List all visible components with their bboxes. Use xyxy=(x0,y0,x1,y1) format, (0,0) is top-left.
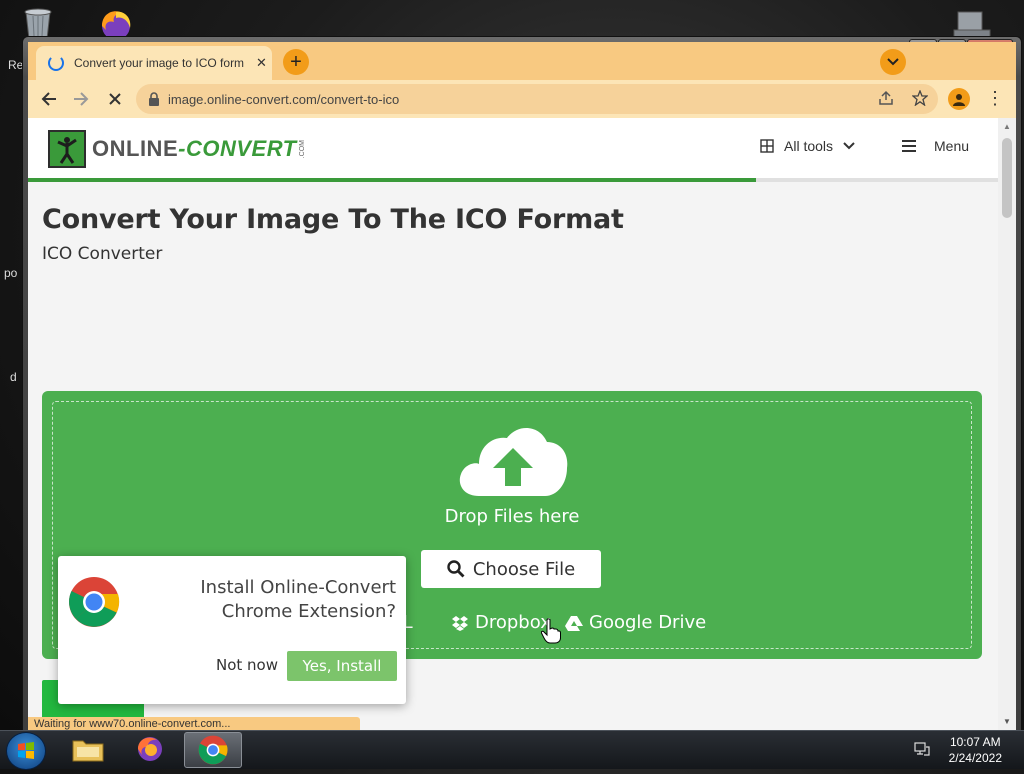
dropbox-icon xyxy=(452,615,468,631)
site-logo[interactable]: ONLINE-CONVERT .COM xyxy=(48,130,306,168)
tab-strip: Convert your image to ICO form ✕ + xyxy=(28,42,1016,80)
progress-fill xyxy=(28,178,756,182)
not-now-button[interactable]: Not now xyxy=(216,656,278,674)
stop-loading-button[interactable] xyxy=(104,88,126,110)
address-bar[interactable]: image.online-convert.com/convert-to-ico xyxy=(136,84,938,114)
chevron-down-icon xyxy=(887,58,899,66)
back-button[interactable] xyxy=(38,88,60,110)
clock-time: 10:07 AM xyxy=(949,735,1001,749)
person-icon xyxy=(953,94,965,106)
loading-spinner-icon xyxy=(48,55,64,71)
forward-button[interactable] xyxy=(70,88,92,110)
dropbox-link[interactable]: Dropbox xyxy=(451,612,551,633)
stop-x-icon xyxy=(109,93,121,105)
logo-text-dash: - xyxy=(178,136,186,161)
plus-icon: + xyxy=(290,50,302,73)
page-title: Convert Your Image To The ICO Format xyxy=(42,204,624,235)
logo-com: .COM xyxy=(298,139,306,159)
google-drive-icon xyxy=(565,615,583,631)
taskbar-firefox[interactable] xyxy=(122,732,178,766)
bookmark-star-icon[interactable] xyxy=(912,90,928,106)
tab-title: Convert your image to ICO form xyxy=(74,56,245,70)
logo-figure-icon xyxy=(48,130,86,168)
firefox-icon xyxy=(138,737,162,761)
network-tray-icon[interactable] xyxy=(914,741,930,757)
desktop-label: po xyxy=(4,266,18,280)
folder-icon xyxy=(72,740,104,762)
google-drive-link[interactable]: Google Drive xyxy=(565,612,706,633)
clock-date: 2/24/2022 xyxy=(948,751,1002,765)
new-tab-button[interactable]: + xyxy=(283,49,309,75)
menu-button[interactable]: Menu xyxy=(902,138,969,154)
choose-file-button[interactable]: Choose File xyxy=(421,550,601,588)
chrome-icon xyxy=(198,735,228,765)
taskbar: 10:07 AM 2/24/2022 xyxy=(0,730,1024,770)
recycle-bin-icon[interactable] xyxy=(20,6,56,40)
yes-install-button[interactable]: Yes, Install xyxy=(287,651,397,681)
page-subtitle: ICO Converter xyxy=(42,244,163,264)
firefox-desktop-icon[interactable] xyxy=(94,6,138,40)
google-drive-label: Google Drive xyxy=(589,612,707,633)
drop-files-text: Drop Files here xyxy=(444,506,580,527)
page-scrollbar[interactable]: ▲ ▼ xyxy=(998,118,1016,730)
windows-logo-icon xyxy=(18,742,34,759)
start-button[interactable] xyxy=(6,732,46,770)
logo-text-b: CONVERT xyxy=(185,136,297,161)
install-extension-popup: Install Online-Convert Chrome Extension?… xyxy=(58,556,406,704)
share-icon[interactable] xyxy=(878,90,894,106)
profile-avatar-button[interactable] xyxy=(948,88,970,110)
tab-search-button[interactable] xyxy=(880,49,906,75)
omnibox-actions xyxy=(878,90,928,106)
grid-icon xyxy=(760,139,774,153)
chevron-down-icon xyxy=(843,142,855,150)
tab-close-icon[interactable]: ✕ xyxy=(256,55,267,71)
system-clock[interactable]: 10:07 AM 2/24/2022 xyxy=(949,734,1002,766)
lock-icon[interactable] xyxy=(148,92,160,106)
page-progress-bar xyxy=(28,178,998,182)
dropbox-label: Dropbox xyxy=(475,612,551,633)
all-tools-label: All tools xyxy=(784,138,834,154)
taskbar-chrome[interactable] xyxy=(184,732,242,768)
chrome-menu-icon[interactable]: ⋮ xyxy=(986,88,1004,109)
all-tools-dropdown[interactable]: All tools xyxy=(760,138,855,154)
menu-label: Menu xyxy=(934,138,970,154)
hamburger-menu-icon xyxy=(902,140,916,152)
scroll-thumb[interactable] xyxy=(1002,138,1012,218)
scroll-up-icon[interactable]: ▲ xyxy=(1003,122,1011,131)
chrome-logo-icon xyxy=(69,577,120,627)
taskbar-file-explorer[interactable] xyxy=(60,732,116,766)
logo-text: ONLINE-CONVERT xyxy=(92,136,297,162)
hand-cursor-icon xyxy=(541,618,561,644)
back-arrow-icon xyxy=(41,92,56,106)
browser-toolbar: image.online-convert.com/convert-to-ico … xyxy=(28,80,1016,118)
search-icon xyxy=(447,560,465,578)
active-tab[interactable]: Convert your image to ICO form ✕ xyxy=(36,46,272,80)
forward-arrow-icon xyxy=(74,92,89,106)
status-bubble: Waiting for www70.online-convert.com... xyxy=(28,717,360,730)
desktop-label: d xyxy=(10,370,17,384)
logo-text-a: ONLINE xyxy=(92,136,179,161)
cloud-upload-icon xyxy=(459,427,568,496)
scroll-down-icon[interactable]: ▼ xyxy=(1003,717,1011,726)
popup-message: Install Online-Convert Chrome Extension? xyxy=(200,577,396,622)
url-text[interactable]: image.online-convert.com/convert-to-ico xyxy=(168,92,399,107)
choose-file-label: Choose File xyxy=(472,558,576,580)
site-header: ONLINE-CONVERT .COM All tools Menu xyxy=(28,118,998,178)
